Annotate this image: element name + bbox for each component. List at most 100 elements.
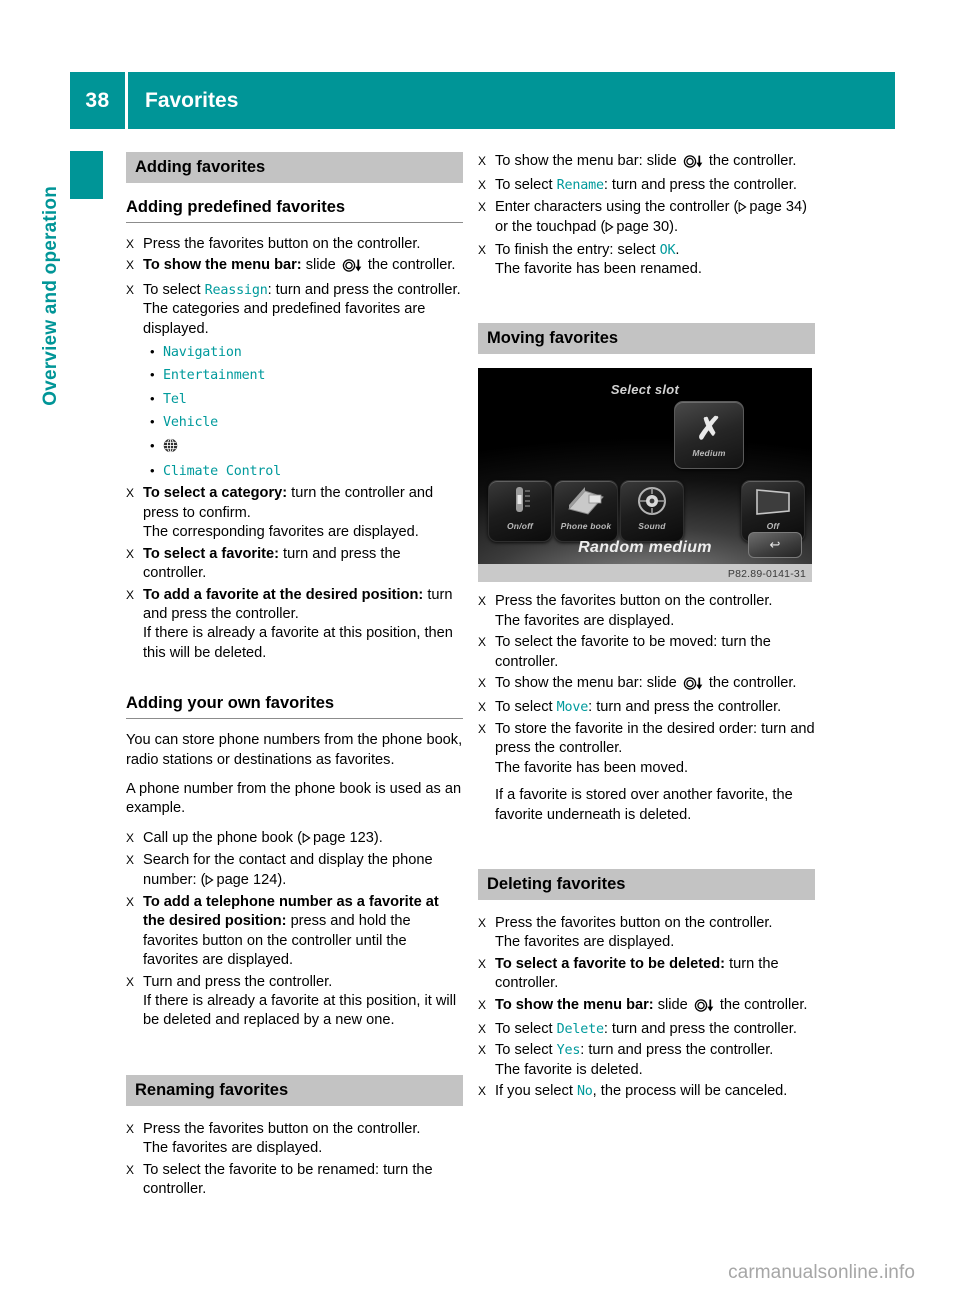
figure-caption-bar: P82.89-0141-31 <box>478 564 812 583</box>
step-text: slide <box>653 996 692 1013</box>
page-reference[interactable]: page 34 <box>749 199 802 215</box>
step-text-before: Call up the phone book ( <box>143 829 303 846</box>
step-marker-icon: X <box>478 1084 487 1099</box>
step-text-after: : turn and press the controller. <box>588 699 782 716</box>
step-marker-icon: X <box>478 242 487 257</box>
step-text-before: To select <box>495 699 557 716</box>
step-item: X To show the menu bar: slide the contro… <box>478 674 815 696</box>
page-ref-triangle-icon <box>605 219 614 238</box>
category-label[interactable]: Entertainment <box>163 368 265 383</box>
step-marker-icon: X <box>478 178 487 193</box>
step-item: X To select Yes: turn and press the cont… <box>478 1041 815 1080</box>
tile-on-off[interactable]: On/off <box>488 480 552 543</box>
step-item: X Press the favorites button on the cont… <box>478 592 815 631</box>
step-text: Press the favorites button on the contro… <box>495 914 773 931</box>
step-item: X To select a category: turn the control… <box>126 484 463 542</box>
step-text-after: the controller. <box>704 675 797 692</box>
bullet-dot-icon: • <box>150 367 155 383</box>
screen-title: Select slot <box>610 382 680 398</box>
category-list: • Navigation • Entertainment • Tel • Veh… <box>126 341 463 483</box>
ui-string-reassign[interactable]: Reassign <box>205 283 268 298</box>
step-marker-icon: X <box>126 974 135 989</box>
step-marker-icon: X <box>478 997 487 1012</box>
step-text-before: To show the menu bar: slide <box>495 153 681 169</box>
controller-slide-icon <box>693 998 715 1018</box>
step-marker-icon: X <box>126 894 135 909</box>
step-bold-lead: To select a favorite to be deleted: <box>495 955 726 972</box>
step-text: To select the favorite to be moved: turn… <box>495 634 771 670</box>
step-text: slide <box>301 257 340 274</box>
bullet-dot-icon: • <box>150 344 155 360</box>
step-marker-icon: X <box>478 154 487 168</box>
section-heading-adding-favorites: Adding favorites <box>126 152 463 183</box>
step-text-after: ). <box>277 871 287 888</box>
step-follow-text: The categories and predefined favorites … <box>143 301 426 337</box>
step-item: X To select the favorite to be moved: tu… <box>478 633 815 672</box>
ui-string-yes[interactable]: Yes <box>557 1043 581 1058</box>
tile-phone-book[interactable]: Phone book <box>554 480 618 543</box>
globe-icon <box>163 437 178 460</box>
subheading-adding-your-own-favorites: Adding your own favorites <box>126 693 463 720</box>
page-reference[interactable]: page 123 <box>313 830 374 846</box>
step-marker-icon: X <box>478 594 487 609</box>
step-text-after: : turn and press the controller. <box>603 1020 797 1037</box>
step-marker-icon: X <box>126 830 135 845</box>
ui-string-move[interactable]: Move <box>557 700 589 715</box>
step-text-after: the controller. <box>704 153 797 169</box>
step-marker-icon: X <box>478 676 487 691</box>
step-marker-icon: X <box>478 721 487 736</box>
back-button[interactable]: ↩ <box>748 532 802 559</box>
step-follow-text: The favorites are displayed. <box>143 1140 323 1157</box>
step-text: Press the favorites button on the contro… <box>143 236 421 252</box>
page-reference[interactable]: page 124 <box>216 872 277 888</box>
step-text-after: . <box>675 241 680 258</box>
side-tab-label: Overview and operation <box>40 186 61 406</box>
step-text-before: To select <box>495 1042 557 1059</box>
controller-slide-icon <box>682 677 704 696</box>
ui-string-rename[interactable]: Rename <box>557 178 604 193</box>
step-marker-icon: X <box>478 1021 487 1036</box>
step-marker-icon: X <box>478 1043 487 1058</box>
step-text-before: To select <box>495 1020 557 1037</box>
tile-label: On/off <box>506 521 534 532</box>
step-marker-icon: X <box>478 956 487 971</box>
ui-string-ok[interactable]: OK <box>660 243 676 258</box>
right-column: X To show the menu bar: slide the contro… <box>478 152 815 1104</box>
step-marker-icon: X <box>126 282 135 297</box>
step-item: X Search for the contact and display the… <box>126 851 463 891</box>
figure-moving-favorites: Select slot ✗ Medium On/off Phone book S… <box>478 368 812 583</box>
step-marker-icon: X <box>478 199 487 214</box>
step-text-before: Enter characters using the controller ( <box>495 198 739 215</box>
category-label[interactable]: Climate Control <box>163 464 281 479</box>
step-item: X To select Rename: turn and press the c… <box>478 176 815 195</box>
side-tab-marker <box>70 151 103 199</box>
ui-string-no[interactable]: No <box>577 1084 593 1099</box>
page-ref-triangle-icon <box>738 199 747 218</box>
list-item: • Tel <box>150 388 463 411</box>
tile-selected-medium[interactable]: ✗ Medium <box>674 401 744 470</box>
step-text-before: Search for the contact and display the p… <box>143 852 433 888</box>
step-text-after: ). <box>373 829 383 846</box>
category-label[interactable]: Tel <box>163 392 187 407</box>
page-title: Favorites <box>145 88 239 112</box>
step-follow-text: The favorites are displayed. <box>495 934 675 951</box>
step-text: Press the favorites button on the contro… <box>143 1120 421 1137</box>
category-label[interactable]: Navigation <box>163 345 242 360</box>
step-marker-icon: X <box>126 587 135 602</box>
tile-label: Phone book <box>560 521 612 532</box>
step-item: X To select a favorite: turn and press t… <box>126 545 463 584</box>
page-reference[interactable]: page 30 <box>616 219 669 235</box>
step-marker-icon: X <box>126 1121 135 1136</box>
ui-string-delete[interactable]: Delete <box>557 1022 604 1037</box>
step-text-before: To finish the entry: select <box>495 241 660 258</box>
step-follow-text: The corresponding favorites are displaye… <box>143 524 419 541</box>
section-heading-renaming-favorites: Renaming favorites <box>126 1074 463 1106</box>
step-follow-text: The favorite has been moved. <box>495 759 689 776</box>
page-ref-triangle-icon <box>205 872 215 891</box>
step-follow-text: The favorite has been renamed. <box>495 261 702 278</box>
step-bold-lead: To select a category: <box>143 485 288 502</box>
step-text-before: To select <box>495 177 557 194</box>
category-label[interactable]: Vehicle <box>163 415 218 430</box>
intro-paragraph-2: A phone number from the phone book is us… <box>126 780 462 817</box>
tile-sound[interactable]: Sound <box>620 480 684 543</box>
